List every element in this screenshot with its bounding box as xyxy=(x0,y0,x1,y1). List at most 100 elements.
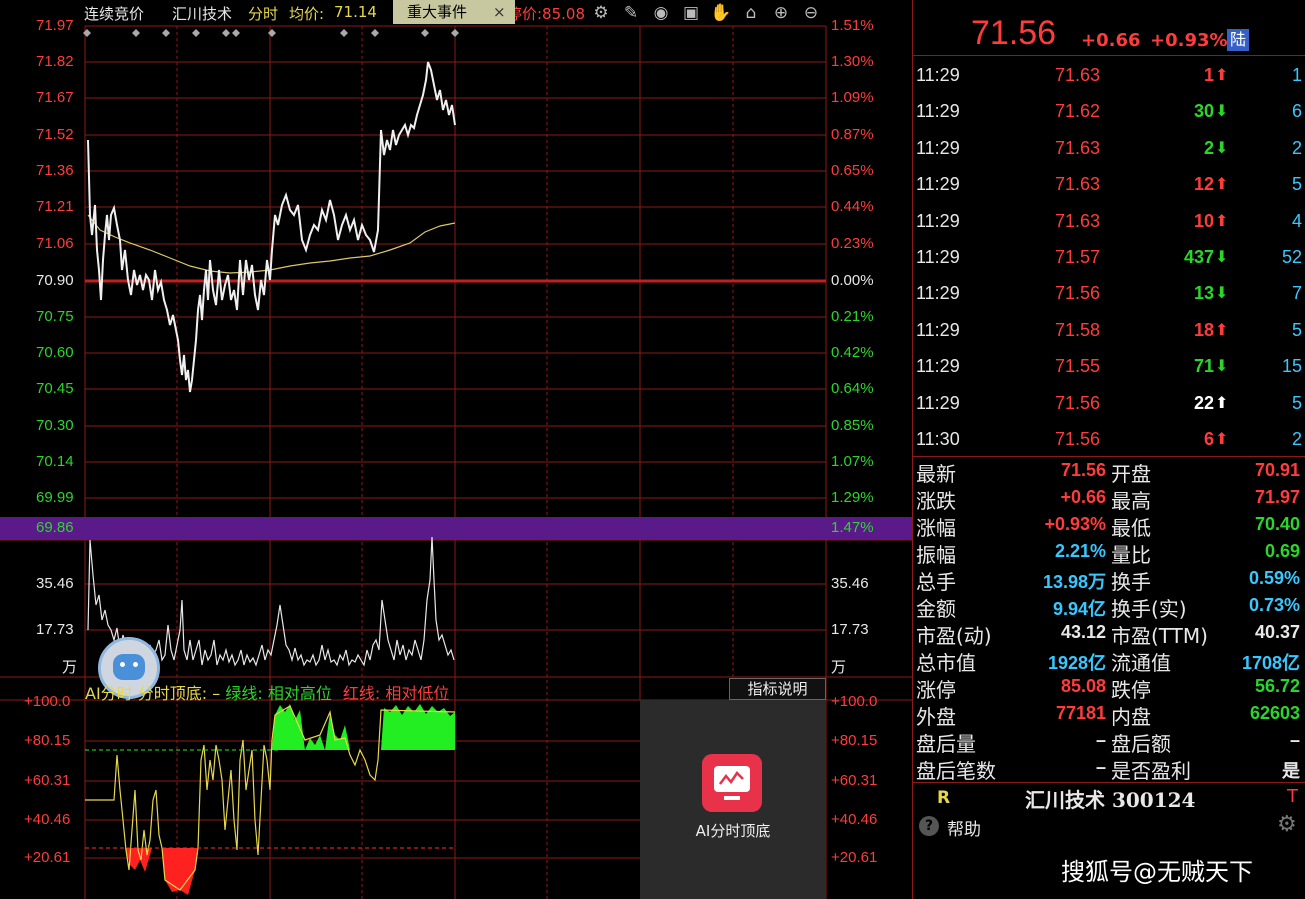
tick-price: 71.56 xyxy=(1055,392,1101,413)
tick-count: 5 xyxy=(1291,174,1302,195)
quote-panel: 71.56 +0.66 +0.93% 陆 11:29 71.63 1 ⬆ 1 11:29 7… xyxy=(912,0,1305,899)
stat-label: 振幅 xyxy=(916,543,956,567)
stat-value: 1708亿 xyxy=(1241,653,1300,673)
price-line xyxy=(87,61,456,393)
tick-row: 11:29 71.63 2 ⬇ 2 xyxy=(913,131,1305,167)
pct-tick-highlight: 1.47% xyxy=(831,519,874,536)
stats-row: 外盘 77181 内盘 62603 xyxy=(913,700,1305,729)
last-price: 71.56 xyxy=(971,14,1057,52)
arrow-up-icon: ⬆ xyxy=(1215,67,1229,84)
event-markers xyxy=(83,29,459,37)
indicator-tick: +100.0 xyxy=(831,693,878,710)
tick-count: 2 xyxy=(1291,429,1302,449)
stat-label: 涨幅 xyxy=(916,516,956,540)
stat-label: 盘后笔数 xyxy=(916,759,996,783)
indicator-tick: +40.46 xyxy=(831,811,878,828)
price-tick: 71.97 xyxy=(36,17,74,34)
pct-tick: 0.87% xyxy=(831,126,874,143)
stats-row: 涨幅 +0.93% 最低 70.40 xyxy=(913,511,1305,540)
indicator-tick: +20.61 xyxy=(831,849,878,866)
arrow-up-icon: ⬆ xyxy=(1215,176,1229,194)
indicator-dash: – xyxy=(212,684,221,703)
tick-count: 6 xyxy=(1291,101,1302,122)
tick-count: 2 xyxy=(1291,137,1302,158)
stat-value: – xyxy=(1095,730,1106,750)
ai-card-label: AI分时顶底 xyxy=(695,822,771,840)
stats-row: 金额 9.94亿 换手(实) 0.73% xyxy=(913,592,1305,621)
tick-time: 11:29 xyxy=(916,65,960,85)
price-change: +0.66 xyxy=(1081,30,1141,51)
stat-value: 0.69 xyxy=(1264,541,1300,561)
connect-badge[interactable]: 陆 xyxy=(1227,29,1249,51)
ai-top-bottom-card[interactable]: AI分时顶底 xyxy=(640,700,826,899)
indicator-green-label: 绿线: 相对高位 xyxy=(225,684,332,703)
tick-row: 11:30 71.56 6 ⬆ 2 xyxy=(913,422,1305,458)
tick-volume: 18 xyxy=(1193,319,1214,340)
tick-row: 11:29 71.56 13 ⬇ 7 xyxy=(913,276,1305,312)
tick-price: 71.63 xyxy=(1055,210,1101,231)
stock-title: 汇川技术 300124 xyxy=(1025,788,1196,812)
tick-volume: 1 xyxy=(1203,65,1214,85)
stat-label: 开盘 xyxy=(1111,462,1151,486)
stats-row: 最新 71.56 开盘 70.91 xyxy=(913,457,1305,486)
tick-price: 71.63 xyxy=(1055,137,1101,158)
indicator-explain-button[interactable]: 指标说明 xyxy=(729,678,826,700)
stat-value: 70.40 xyxy=(1254,514,1300,534)
arrow-up-icon: ⬆ xyxy=(1215,394,1229,412)
tick-count: 52 xyxy=(1281,247,1302,267)
stat-value: 是 xyxy=(1282,761,1300,781)
pct-tick: 1.30% xyxy=(831,53,874,70)
help-icon[interactable]: ? xyxy=(919,816,939,836)
volume-tick: 17.73 xyxy=(831,621,869,638)
volume-unit: 万 xyxy=(62,659,78,676)
tick-time: 11:29 xyxy=(916,247,960,267)
stat-label: 最高 xyxy=(1111,489,1151,513)
stat-value: 1928亿 xyxy=(1047,653,1106,673)
pct-tick: 0.21% xyxy=(831,308,874,325)
tick-time: 11:29 xyxy=(916,101,960,122)
gear-icon[interactable]: ⚙ xyxy=(1277,812,1297,837)
price-tick: 71.52 xyxy=(36,126,74,143)
stat-label: 市盈(TTM) xyxy=(1111,624,1208,648)
tick-count: 4 xyxy=(1291,210,1302,231)
price-tick: 70.90 xyxy=(36,272,74,289)
help-label[interactable]: 帮助 xyxy=(947,815,981,840)
pct-tick: 0.64% xyxy=(831,380,874,397)
arrow-up-icon: ⬆ xyxy=(1215,212,1229,230)
stat-label: 流通值 xyxy=(1111,651,1171,675)
arrow-down-icon: ⬇ xyxy=(1215,358,1229,376)
price-tick: 70.45 xyxy=(36,380,74,397)
tick-volume: 437 xyxy=(1183,247,1214,267)
stats-row: 振幅 2.21% 量比 0.69 xyxy=(913,538,1305,567)
tick-row: 11:29 71.63 10 ⬆ 4 xyxy=(913,204,1305,240)
price-tick: 71.82 xyxy=(36,53,74,70)
indicator-tick: +60.31 xyxy=(831,772,878,789)
tick-time: 11:29 xyxy=(916,137,960,158)
ai-chart-icon xyxy=(702,754,762,812)
pct-tick: 0.00% xyxy=(831,272,874,289)
stat-label: 内盘 xyxy=(1111,705,1151,729)
arrow-up-icon: ⬆ xyxy=(1215,431,1229,448)
indicator-tick: +60.31 xyxy=(24,772,71,789)
stat-value: 43.12 xyxy=(1060,622,1106,642)
tick-count: 7 xyxy=(1291,283,1302,304)
tick-count: 1 xyxy=(1291,65,1302,85)
indicator-header: AI分时 分时顶底: – 绿线: 相对高位 红线: 相对低位 xyxy=(85,680,449,704)
price-tick: 71.06 xyxy=(36,235,74,252)
watermark: 搜狐号@无贼天下 xyxy=(1061,858,1253,886)
t-label[interactable]: T xyxy=(1287,786,1298,807)
tick-count: 15 xyxy=(1281,356,1302,377)
tick-volume: 12 xyxy=(1193,174,1214,195)
stat-value: 62603 xyxy=(1249,703,1300,723)
price-tick-highlight: 69.86 xyxy=(36,519,74,536)
r-label[interactable]: R xyxy=(937,788,950,808)
stat-value: +0.93% xyxy=(1044,514,1106,534)
stat-value: 85.08 xyxy=(1060,676,1106,696)
price-tick: 71.36 xyxy=(36,162,74,179)
stat-label: 盘后量 xyxy=(916,732,976,756)
stat-label: 跌停 xyxy=(1111,678,1151,702)
indicator-tick: +100.0 xyxy=(24,693,71,710)
arrow-down-icon: ⬇ xyxy=(1215,249,1229,266)
stat-value: – xyxy=(1289,730,1300,750)
indicator-tick: +80.15 xyxy=(831,732,878,749)
